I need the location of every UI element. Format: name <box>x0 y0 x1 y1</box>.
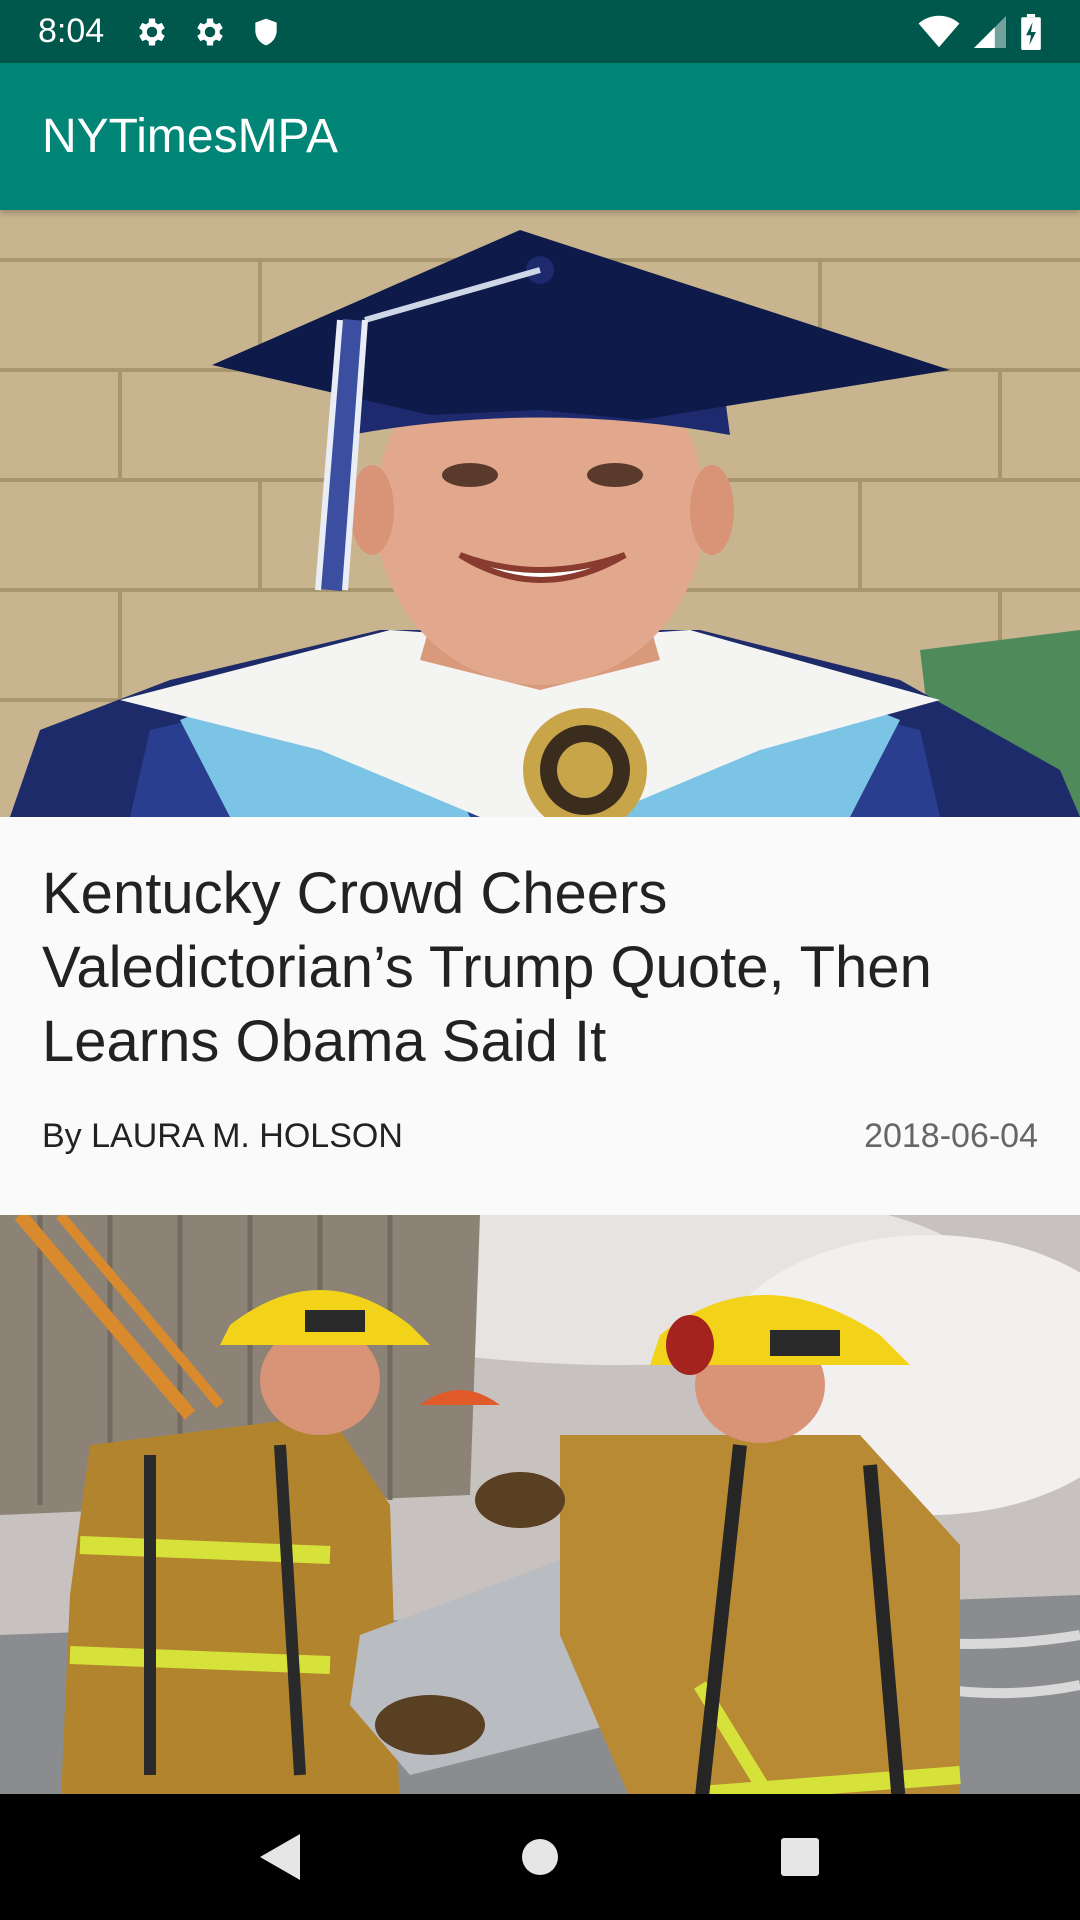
article-meta: By LAURA M. HOLSON 2018-06-04 <box>42 1117 1038 1156</box>
back-button[interactable] <box>240 1817 320 1897</box>
cell-signal-icon <box>974 15 1006 48</box>
article-image-firefighters[interactable] <box>0 1215 1080 1794</box>
navigation-bar <box>0 1794 1080 1920</box>
article-title[interactable]: Kentucky Crowd Cheers Valedictorian’s Tr… <box>42 857 1038 1079</box>
wifi-icon <box>918 15 960 47</box>
article-feed[interactable]: Kentucky Crowd Cheers Valedictorian’s Tr… <box>0 210 1080 1794</box>
status-icons-left <box>134 14 282 50</box>
settings-icon <box>197 18 223 45</box>
status-bar: 8:04 <box>0 0 1080 63</box>
app-bar: NYTimesMPA <box>0 63 1080 210</box>
article-image-graduate[interactable] <box>0 210 1080 817</box>
article-card[interactable]: Kentucky Crowd Cheers Valedictorian’s Tr… <box>0 210 1080 1215</box>
home-icon <box>522 1839 558 1875</box>
home-button[interactable] <box>500 1817 580 1897</box>
article-date: 2018-06-04 <box>864 1117 1038 1155</box>
shield-icon <box>255 18 277 45</box>
settings-icon <box>139 18 165 45</box>
app-title: NYTimesMPA <box>42 110 339 163</box>
status-icons-right <box>918 13 1042 50</box>
article-body[interactable]: Kentucky Crowd Cheers Valedictorian’s Tr… <box>0 817 1080 1215</box>
recents-icon <box>781 1838 819 1876</box>
recents-button[interactable] <box>760 1817 840 1897</box>
article-byline: By LAURA M. HOLSON <box>42 1117 403 1155</box>
back-icon <box>260 1834 300 1880</box>
battery-charging-icon <box>1021 13 1041 50</box>
article-card[interactable] <box>0 1215 1080 1794</box>
status-time: 8:04 <box>38 12 105 50</box>
